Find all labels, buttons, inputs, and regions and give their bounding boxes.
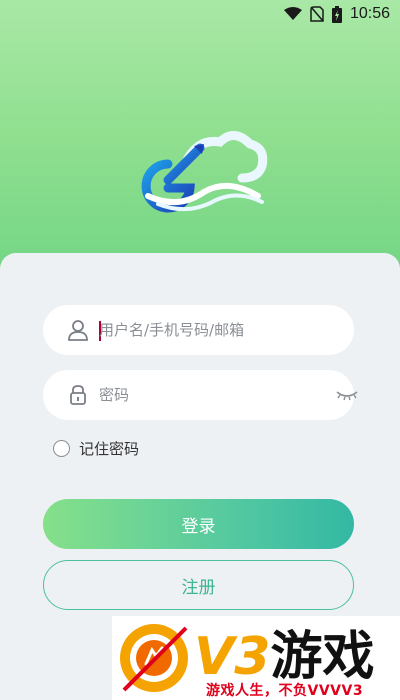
watermark-slogan: 游戏人生，不负VVVV3 <box>206 683 364 699</box>
password-input[interactable] <box>99 380 299 410</box>
username-input[interactable] <box>99 315 299 345</box>
app-logo <box>138 130 268 215</box>
watermark-brand-cn: 游戏 <box>270 627 375 687</box>
password-field[interactable] <box>43 370 358 420</box>
remember-radio[interactable] <box>53 440 70 457</box>
user-icon <box>67 319 89 341</box>
eye-closed-icon[interactable] <box>335 388 359 404</box>
watermark: V3游戏 游戏人生，不负VVVV3 <box>112 616 400 700</box>
v3-game-logo-icon <box>120 624 188 692</box>
login-button[interactable]: 登录 <box>43 499 354 549</box>
remember-label: 记住密码 <box>79 440 140 458</box>
cloud-e-logo-icon <box>141 131 268 213</box>
status-time: 10:56 <box>349 5 390 22</box>
remember-password[interactable]: 记住密码 <box>53 438 139 459</box>
no-sim-icon <box>310 6 324 22</box>
register-button[interactable]: 注册 <box>43 560 354 610</box>
battery-charging-icon <box>331 5 342 23</box>
lock-icon <box>67 384 89 406</box>
username-field[interactable] <box>43 305 354 355</box>
watermark-brand-v3: V3 <box>194 627 271 687</box>
watermark-brand: V3游戏 <box>194 614 374 689</box>
wifi-icon <box>283 7 302 21</box>
status-bar: 10:56 <box>0 0 400 28</box>
